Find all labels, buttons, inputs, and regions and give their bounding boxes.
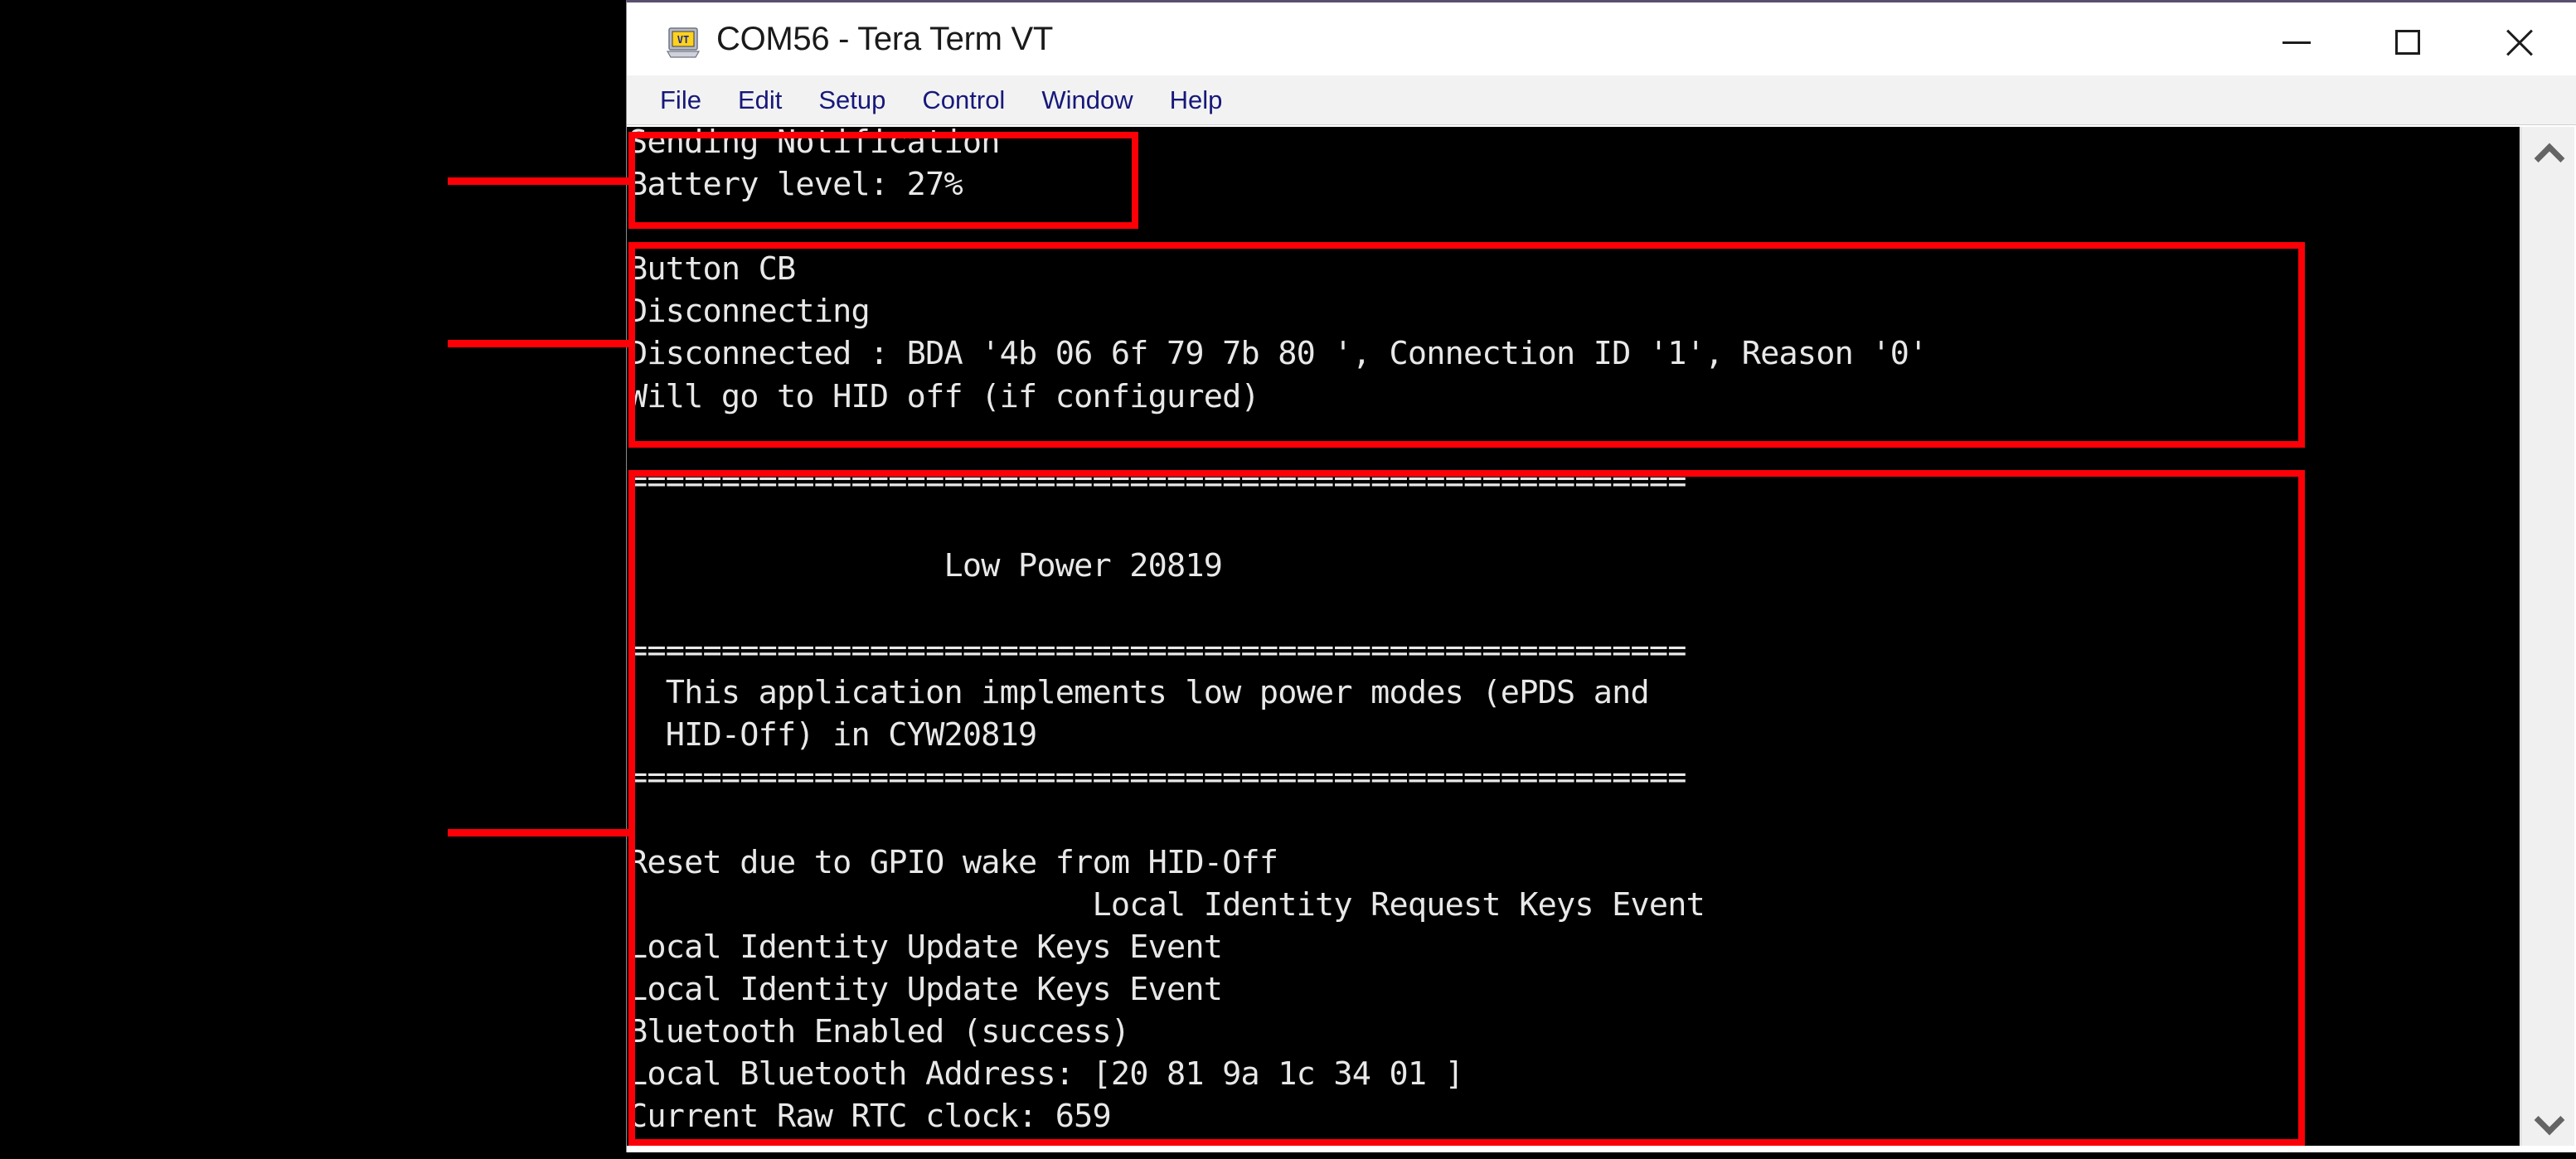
chevron-up-icon bbox=[2537, 143, 2559, 164]
leader-line-2 bbox=[448, 340, 635, 347]
terminal-line: Current Raw RTC clock: 659 bbox=[628, 1098, 1112, 1136]
terminal-line: Will go to HID off (if configured) bbox=[628, 377, 1260, 415]
menu-item-help[interactable]: Help bbox=[1165, 84, 1228, 117]
menu-bar: File Edit Setup Control Window Help bbox=[627, 75, 2576, 125]
screenshot-root: VT COM56 - Tera Term VT File Edit Setup … bbox=[0, 0, 2576, 1159]
terminal-line: Bluetooth Enabled (success) bbox=[628, 1012, 1130, 1050]
title-bar: VT COM56 - Tera Term VT bbox=[627, 2, 2576, 85]
maximize-button[interactable] bbox=[2354, 2, 2462, 82]
close-button[interactable] bbox=[2465, 2, 2573, 82]
leader-line-3 bbox=[448, 829, 635, 837]
terminal-line: ========================================… bbox=[628, 462, 1686, 500]
terminal-output-area[interactable]: Sending Notification Battery level: 27% Bu… bbox=[627, 127, 2520, 1146]
leader-line-1 bbox=[448, 177, 635, 185]
desktop-background-strip bbox=[0, 1152, 2576, 1159]
window-title: COM56 - Tera Term VT bbox=[716, 21, 1053, 57]
menu-item-setup[interactable]: Setup bbox=[813, 84, 890, 117]
terminal-line: ========================================… bbox=[628, 759, 1686, 797]
menu-item-file[interactable]: File bbox=[655, 84, 706, 117]
minimize-icon bbox=[2283, 41, 2311, 44]
terminal-line: Disconnected : BDA '4b 06 6f 79 7b 80 ',… bbox=[628, 335, 1928, 373]
terminal-line: HID-Off) in CYW20819 bbox=[628, 716, 1037, 754]
menu-item-edit[interactable]: Edit bbox=[733, 84, 787, 117]
close-icon bbox=[2504, 27, 2534, 57]
maximize-icon bbox=[2395, 30, 2420, 55]
terminal-line: Button CB bbox=[628, 250, 796, 289]
terminal-line: Local Identity Update Keys Event bbox=[628, 928, 1223, 966]
terminal-line: Battery level: 27% bbox=[628, 166, 963, 204]
vertical-scrollbar[interactable] bbox=[2520, 127, 2574, 1146]
terminal-vt-icon: VT bbox=[666, 27, 701, 58]
terminal-line: ========================================… bbox=[628, 632, 1686, 670]
terminal-line: Local Bluetooth Address: [20 81 9a 1c 34… bbox=[628, 1055, 1464, 1094]
chevron-down-icon bbox=[2537, 1108, 2559, 1130]
tera-term-window: VT COM56 - Tera Term VT File Edit Setup … bbox=[626, 0, 2576, 1152]
menu-item-window[interactable]: Window bbox=[1036, 84, 1138, 117]
terminal-line: Low Power 20819 bbox=[628, 546, 1223, 584]
scroll-up-button[interactable] bbox=[2521, 127, 2574, 180]
terminal-line: Sending Notification bbox=[628, 127, 1000, 161]
svg-text:VT: VT bbox=[677, 34, 689, 46]
terminal-lines: Sending Notification Battery level: 27% Bu… bbox=[628, 127, 2520, 1137]
terminal-line: Disconnecting bbox=[628, 293, 871, 331]
scroll-down-button[interactable] bbox=[2521, 1093, 2574, 1146]
terminal-line: Local Identity Request Keys Event bbox=[628, 885, 1705, 924]
minimize-button[interactable] bbox=[2243, 2, 2350, 82]
terminal-line: Local Identity Update Keys Event bbox=[628, 970, 1223, 1008]
menu-item-control[interactable]: Control bbox=[917, 84, 1010, 117]
terminal-line: Reset due to GPIO wake from HID-Off bbox=[628, 843, 1278, 881]
terminal-line: This application implements low power mo… bbox=[628, 674, 1650, 712]
